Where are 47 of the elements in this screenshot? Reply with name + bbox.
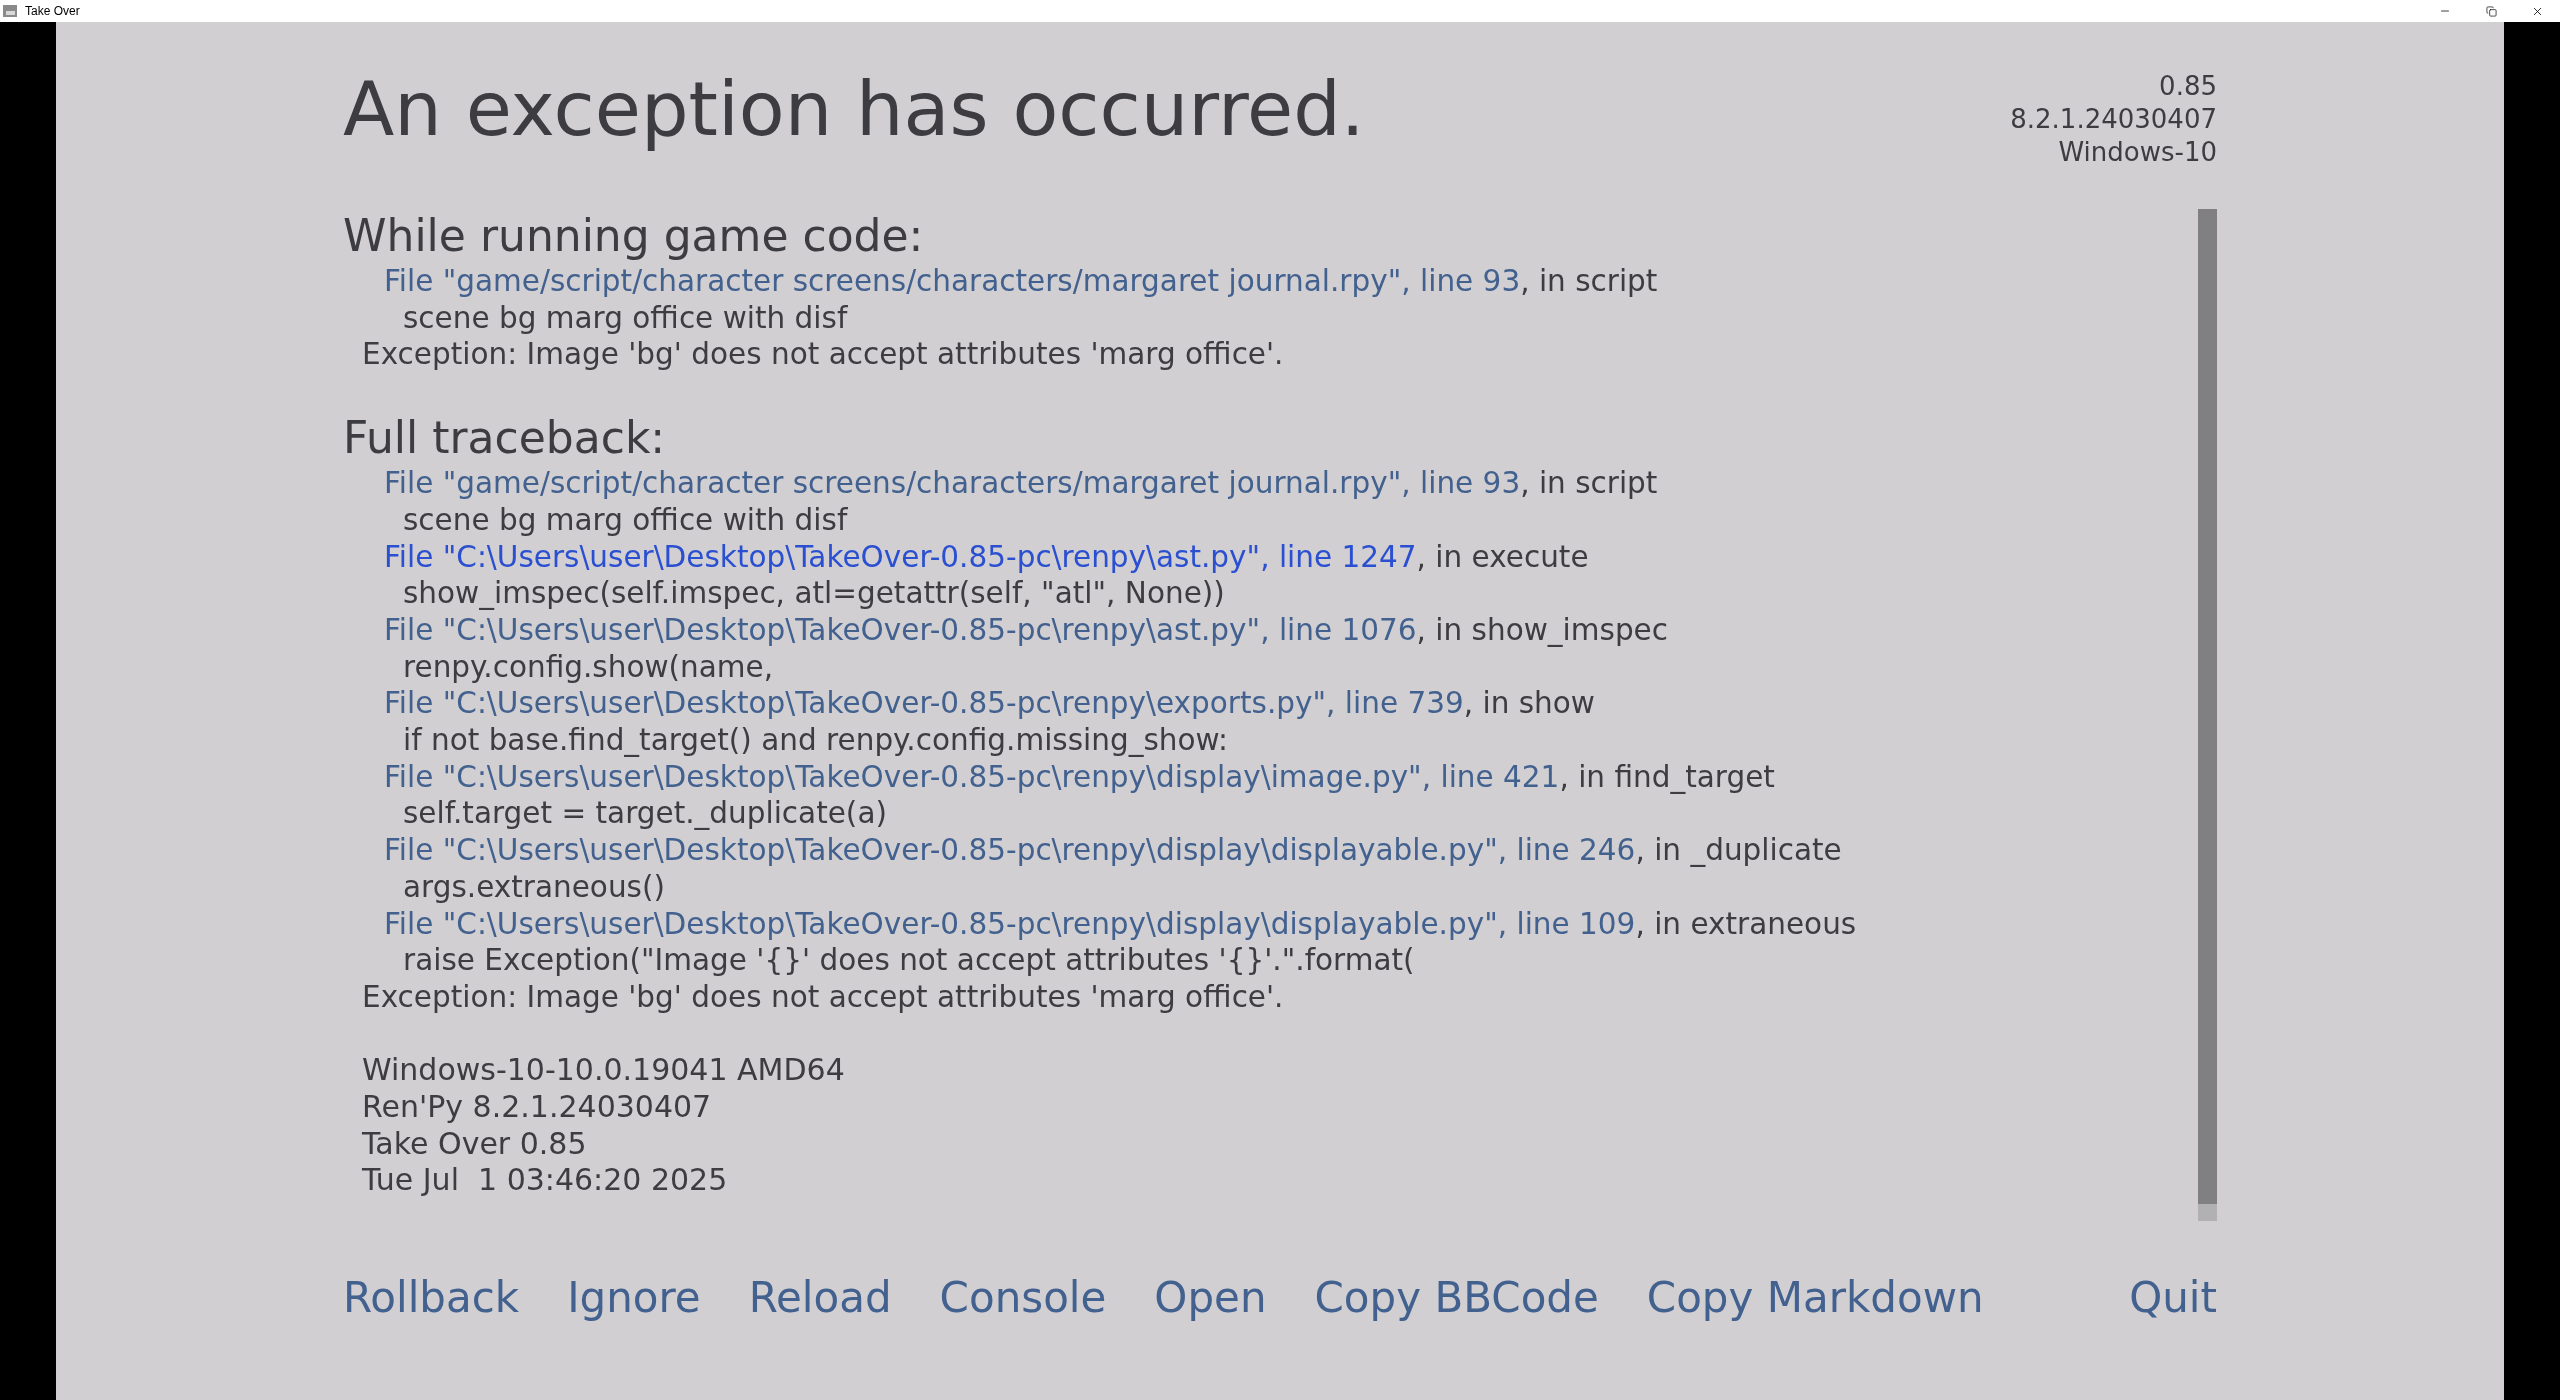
version-info: 0.85 bbox=[2159, 70, 2217, 103]
section-heading: While running game code: bbox=[343, 210, 924, 261]
file-link[interactable]: File "C:\Users\user\Desktop\TakeOver-0.85-pc\renpy\display\displayable.py", line 246 bbox=[384, 832, 1636, 869]
action-button[interactable]: Reload bbox=[748, 1271, 892, 1325]
file-link[interactable]: File "C:\Users\user\Desktop\TakeOver-0.85-pc\renpy\display\image.py", line 421 bbox=[384, 758, 1560, 796]
section-heading: Full traceback: bbox=[343, 412, 666, 464]
traceback-location: , in execute bbox=[1416, 538, 1589, 576]
code-line: scene bg marg office with disf bbox=[403, 502, 848, 537]
app-icon bbox=[3, 4, 17, 18]
system-info: Ren'Py 8.2.1.24030407 bbox=[362, 1089, 712, 1126]
traceback-location: , in find_target bbox=[1559, 758, 1775, 796]
exception-message: Exception: Image 'bg' does not accept attributes 'marg office'. bbox=[362, 337, 1284, 372]
file-link[interactable]: File "game/script/character screens/characters/margaret journal.rpy", line 93 bbox=[384, 465, 1521, 502]
traceback-location: , in script bbox=[1520, 465, 1658, 502]
code-line: args.extraneous() bbox=[403, 869, 665, 904]
file-link[interactable]: File "C:\Users\user\Desktop\TakeOver-0.85-pc\renpy\ast.py", line 1247 bbox=[384, 538, 1417, 576]
window-title: Take Over bbox=[25, 3, 80, 20]
traceback-location: , in script bbox=[1520, 263, 1658, 300]
traceback-location: , in extraneous bbox=[1635, 905, 1857, 943]
system-info: Tue Jul 1 03:46:20 2025 bbox=[362, 1162, 728, 1200]
code-line: raise Exception("Image '{}' does not accept attributes '{}'.".format( bbox=[403, 943, 1415, 978]
file-link[interactable]: File "C:\Users\user\Desktop\TakeOver-0.85-pc\renpy\ast.py", line 1076 bbox=[384, 611, 1417, 649]
file-link[interactable]: File "C:\Users\user\Desktop\TakeOver-0.85-pc\renpy\display\displayable.py", line 109 bbox=[384, 905, 1636, 943]
traceback-location: , in show bbox=[1463, 685, 1595, 723]
code-line: if not base.find_target() and renpy.config.missing_show: bbox=[403, 723, 1228, 758]
exception-message: Exception: Image 'bg' does not accept attributes 'marg office'. bbox=[362, 979, 1284, 1014]
code-line: self.target = target._duplicate(a) bbox=[403, 796, 887, 831]
quit-button[interactable]: Quit bbox=[2129, 1271, 2217, 1325]
file-link[interactable]: File "C:\Users\user\Desktop\TakeOver-0.85-pc\renpy\exports.py", line 739 bbox=[384, 685, 1464, 723]
version-info: Windows-10 bbox=[2058, 136, 2217, 169]
action-button[interactable]: Open bbox=[1154, 1271, 1267, 1325]
system-info: Windows-10-10.0.19041 AMD64 bbox=[362, 1052, 845, 1090]
version-info: 8.2.1.24030407 bbox=[2010, 103, 2217, 136]
traceback-location: , in _duplicate bbox=[1635, 832, 1842, 869]
file-link[interactable]: File "game/script/character screens/characters/margaret journal.rpy", line 93 bbox=[384, 263, 1521, 300]
code-line: show_imspec(self.imspec, atl=getattr(self, "atl", None)) bbox=[403, 576, 1225, 611]
traceback-location: , in show_imspec bbox=[1416, 611, 1668, 649]
system-info: Take Over 0.85 bbox=[362, 1125, 587, 1163]
restore-icon bbox=[2485, 5, 2497, 17]
error-title: An exception has occurred. bbox=[343, 65, 1365, 153]
action-button[interactable]: Copy BBCode bbox=[1314, 1271, 1599, 1325]
action-button[interactable]: Rollback bbox=[343, 1271, 520, 1325]
action-button[interactable]: Ignore bbox=[567, 1271, 701, 1325]
action-button[interactable]: Copy Markdown bbox=[1646, 1271, 1984, 1325]
code-line: scene bg marg office with disf bbox=[403, 300, 848, 335]
action-button[interactable]: Console bbox=[939, 1271, 1107, 1325]
code-line: renpy.config.show(name, bbox=[403, 649, 774, 684]
